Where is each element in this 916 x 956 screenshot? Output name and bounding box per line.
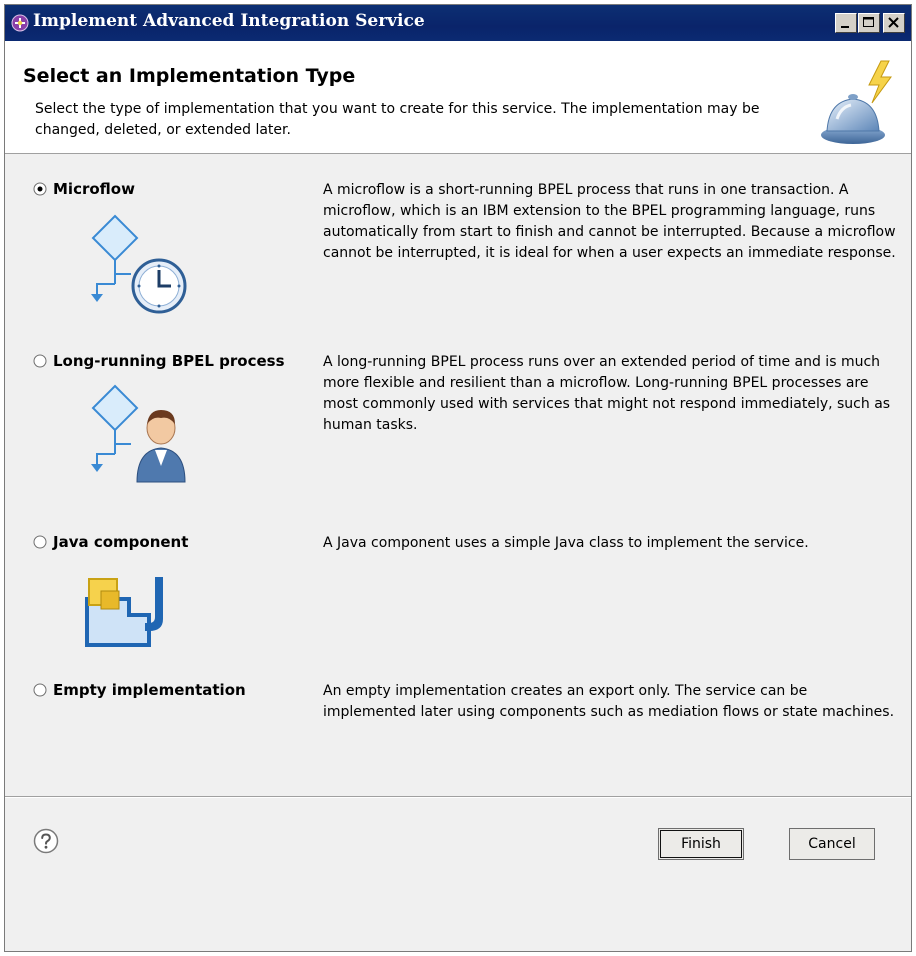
option-description-empty-implementation: An empty implementation creates an expor… <box>323 683 895 720</box>
app-icon <box>11 14 29 32</box>
option-label-java-component[interactable]: Java component <box>53 533 188 551</box>
cancel-button[interactable]: Cancel <box>789 828 875 860</box>
minimize-icon <box>841 26 849 28</box>
radio-microflow[interactable] <box>33 182 47 196</box>
option-label-empty-implementation[interactable]: Empty implementation <box>53 681 246 699</box>
title-bar[interactable]: Implement Advanced Integration Service <box>5 5 911 41</box>
option-description-microflow: A microflow is a short-running BPEL proc… <box>323 182 896 261</box>
finish-button[interactable]: Finish <box>658 828 744 860</box>
close-button[interactable] <box>883 13 905 33</box>
option-description-java-component: A Java component uses a simple Java clas… <box>323 535 809 551</box>
radio-empty-implementation[interactable] <box>33 683 47 697</box>
radio-long-running-bpel[interactable] <box>33 354 47 368</box>
option-description-long-running-bpel: A long-running BPEL process runs over an… <box>323 354 891 433</box>
radio-java-component[interactable] <box>33 535 47 549</box>
page-title: Select an Implementation Type <box>23 65 356 87</box>
maximize-icon <box>863 17 874 27</box>
minimize-button[interactable] <box>835 13 857 33</box>
microflow-clock-icon <box>91 214 187 314</box>
close-icon <box>888 17 899 28</box>
option-label-long-running-bpel[interactable]: Long-running BPEL process <box>53 352 285 370</box>
maximize-button[interactable] <box>858 13 880 33</box>
options-panel: Microflow A microflow is a short-running… <box>5 154 911 796</box>
bpel-process-person-icon <box>91 384 186 483</box>
help-icon[interactable] <box>33 828 59 854</box>
wizard-header: Select an Implementation Type Select the… <box>5 41 911 154</box>
java-component-icon <box>85 577 163 647</box>
dialog-footer: Finish Cancel <box>5 798 911 951</box>
option-label-microflow[interactable]: Microflow <box>53 180 135 198</box>
page-description: Select the type of implementation that y… <box>35 101 760 138</box>
wizard-bell-lightning-icon <box>821 60 892 144</box>
window-title: Implement Advanced Integration Service <box>33 11 425 31</box>
dialog-window: Implement Advanced Integration Service S… <box>4 4 912 952</box>
